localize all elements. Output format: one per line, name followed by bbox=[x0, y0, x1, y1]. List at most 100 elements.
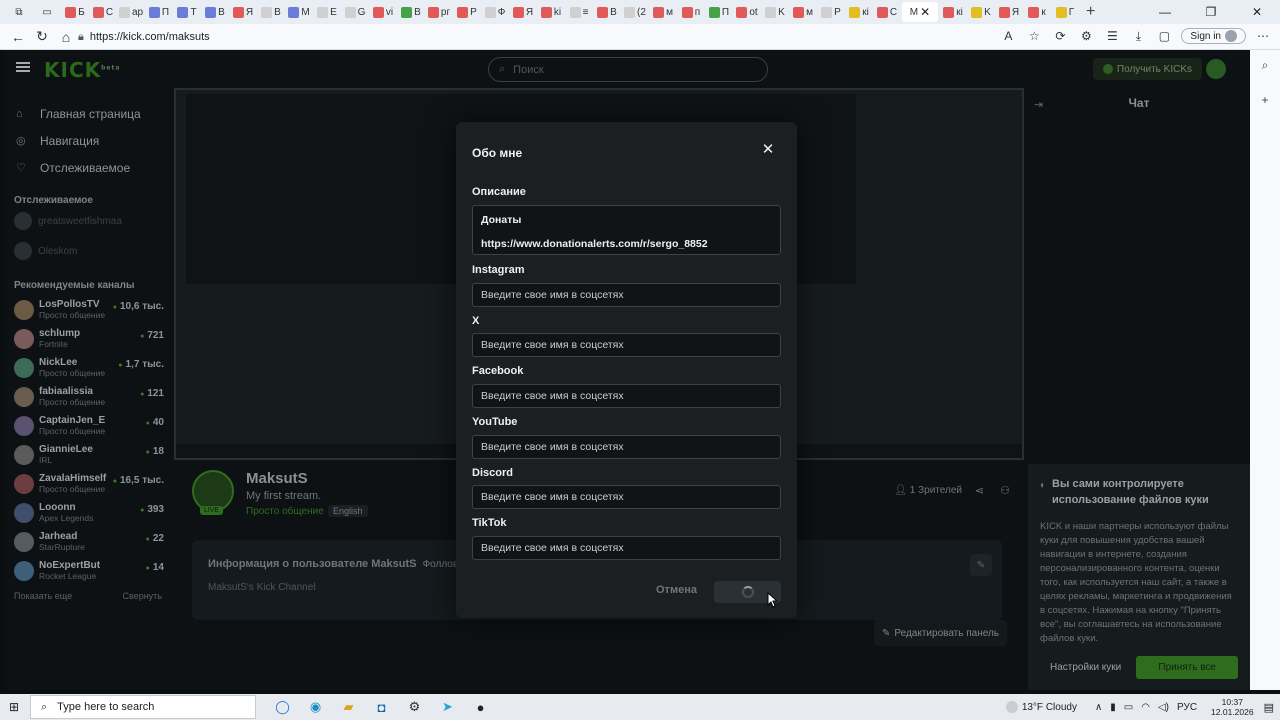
settings-app-icon[interactable]: ⚙ bbox=[398, 694, 431, 720]
home-browser-icon[interactable]: ⌂ bbox=[54, 26, 78, 48]
telegram-icon[interactable]: ➤ bbox=[431, 694, 464, 720]
volume-icon[interactable]: ◁) bbox=[1158, 702, 1169, 713]
tab-9[interactable]: Е bbox=[314, 2, 340, 22]
extensions-icon[interactable]: ⚙ bbox=[1077, 26, 1095, 46]
reload-icon[interactable]: ↻ bbox=[30, 26, 54, 48]
notifications-icon[interactable]: ▤ bbox=[1264, 701, 1274, 714]
recommended-item[interactable]: CaptainJen_EПросто общение 40 bbox=[4, 411, 170, 440]
recommended-item[interactable]: JarheadStarRupture 22 bbox=[4, 527, 170, 556]
tab-29[interactable]: С bbox=[874, 2, 900, 22]
back-icon[interactable]: ← bbox=[6, 26, 30, 48]
tab-1[interactable]: С bbox=[90, 2, 116, 22]
tab-24[interactable]: ot bbox=[734, 2, 760, 22]
download-icon[interactable]: ⤓ bbox=[1129, 26, 1147, 46]
instagram-input[interactable] bbox=[472, 283, 781, 307]
recommended-item[interactable]: GiannieLeeIRL 18 bbox=[4, 440, 170, 469]
tab-18[interactable]: ≡ bbox=[566, 2, 592, 22]
tab-after-2[interactable]: Я bbox=[996, 2, 1022, 22]
tab-26[interactable]: м bbox=[790, 2, 816, 22]
tab-0[interactable]: Б bbox=[62, 2, 88, 22]
sidebar-item-0[interactable]: ⌂ Главная страница bbox=[4, 100, 170, 127]
more-menu-icon[interactable]: ⋯ bbox=[1254, 26, 1272, 46]
maximize-icon[interactable]: ❐ bbox=[1188, 0, 1234, 24]
tab-21[interactable]: м bbox=[650, 2, 676, 22]
share-icon[interactable]: ⋖ bbox=[975, 484, 984, 497]
tab-list-icon[interactable]: ▭ bbox=[34, 2, 60, 22]
sidebar-add-icon[interactable]: + bbox=[1261, 93, 1268, 107]
tab-22[interactable]: п bbox=[678, 2, 704, 22]
refresh-page-icon[interactable]: ⟳ bbox=[1051, 26, 1069, 46]
sidebar-item-2[interactable]: ♡ Отслеживаемое bbox=[4, 154, 170, 181]
address-bar[interactable]: 🔒︎ https://kick.com/maksuts bbox=[78, 27, 1048, 47]
collections-icon[interactable]: ▢ bbox=[1155, 26, 1173, 46]
collapse-link[interactable]: Свернуть bbox=[123, 591, 162, 601]
weather-widget[interactable]: 13°F Cloudy bbox=[1005, 701, 1077, 713]
tab-2[interactable]: ар bbox=[118, 2, 144, 22]
stream-category[interactable]: Просто общение bbox=[246, 506, 324, 517]
tab-after-1[interactable]: K bbox=[968, 2, 994, 22]
get-kicks-button[interactable]: Получить KICKs bbox=[1092, 58, 1202, 80]
x-input[interactable] bbox=[472, 333, 781, 357]
stream-tag[interactable]: English bbox=[328, 505, 368, 517]
sign-in-button[interactable]: Sign in bbox=[1181, 28, 1246, 44]
tab-23[interactable]: П bbox=[706, 2, 732, 22]
tab-4[interactable]: Т bbox=[174, 2, 200, 22]
file-explorer-icon[interactable]: ▰ bbox=[332, 694, 365, 720]
show-more-link[interactable]: Показать еще bbox=[14, 591, 72, 601]
discord-input[interactable] bbox=[472, 485, 781, 509]
kick-search-input[interactable]: ⌕ Поиск bbox=[488, 57, 768, 82]
new-tab-icon[interactable]: + bbox=[1086, 3, 1095, 21]
close-window-icon[interactable]: ✕ bbox=[1234, 0, 1280, 24]
browser-menu-icon[interactable]: ⧉ bbox=[6, 2, 32, 22]
clock[interactable]: 10:37 12.01.2026 bbox=[1211, 697, 1254, 717]
user-avatar[interactable] bbox=[1206, 59, 1226, 79]
tab-after-4[interactable]: Г bbox=[1052, 2, 1078, 22]
wifi-icon[interactable]: ◠ bbox=[1141, 702, 1150, 713]
recommended-item[interactable]: LooonnApex Legends 393 bbox=[4, 498, 170, 527]
tab-19[interactable]: В bbox=[594, 2, 620, 22]
recommended-item[interactable]: LosPollosTVПросто общение 10,6 тыс. bbox=[4, 295, 170, 324]
tab-16[interactable]: Я bbox=[510, 2, 536, 22]
language-indicator[interactable]: РУС bbox=[1177, 702, 1197, 713]
streamer-name[interactable]: MaksutS bbox=[246, 470, 308, 487]
tab-20[interactable]: (2 bbox=[622, 2, 648, 22]
user-settings-icon[interactable]: ⚇ bbox=[1000, 484, 1010, 497]
description-field[interactable]: Донаты https://www.donationalerts.com/r/… bbox=[472, 205, 781, 255]
tab-after-0[interactable]: кі bbox=[940, 2, 966, 22]
tab-11[interactable]: vi bbox=[370, 2, 396, 22]
facebook-input[interactable] bbox=[472, 384, 781, 408]
tray-app-icon[interactable]: ▮ bbox=[1110, 702, 1116, 713]
edit-pencil-icon[interactable]: ✎ bbox=[970, 554, 992, 576]
hamburger-menu-icon[interactable] bbox=[16, 62, 30, 72]
sidebar-item-1[interactable]: ◎ Навигация bbox=[4, 127, 170, 154]
minimize-icon[interactable]: — bbox=[1142, 0, 1188, 24]
tab-active[interactable]: М ✕ bbox=[902, 2, 938, 22]
followed-item[interactable]: Oleskom bbox=[14, 236, 170, 266]
tab-10[interactable]: G bbox=[342, 2, 368, 22]
obs-icon[interactable]: ● bbox=[464, 694, 497, 720]
tab-17[interactable]: ki bbox=[538, 2, 564, 22]
close-icon[interactable]: ✕ bbox=[760, 142, 776, 158]
tab-3[interactable]: П bbox=[146, 2, 172, 22]
tray-meet-icon[interactable]: ▭ bbox=[1124, 702, 1133, 713]
windows-start-icon[interactable]: ⊞ bbox=[0, 694, 28, 720]
recommended-item[interactable]: fabiaalissiaПросто общение 121 bbox=[4, 382, 170, 411]
edit-panel-button[interactable]: ✎ Редактировать панель bbox=[874, 620, 1008, 646]
tab-13[interactable]: рг bbox=[426, 2, 452, 22]
tab-25[interactable]: K bbox=[762, 2, 788, 22]
recommended-item[interactable]: NoExpertButRocket League 14 bbox=[4, 556, 170, 585]
tab-15[interactable]: Ф bbox=[482, 2, 508, 22]
tab-close-icon[interactable]: ✕ bbox=[920, 5, 930, 19]
tab-28[interactable]: кі bbox=[846, 2, 872, 22]
recommended-item[interactable]: NickLeeПросто общение 1,7 тыс. bbox=[4, 353, 170, 382]
followed-item[interactable]: greatsweetfishmaa bbox=[14, 206, 170, 236]
youtube-input[interactable] bbox=[472, 435, 781, 459]
recommended-item[interactable]: ZavalaHimselfПросто общение 16,5 тыс. bbox=[4, 469, 170, 498]
tab-14[interactable]: Р bbox=[454, 2, 480, 22]
kick-logo[interactable]: KICKbeta bbox=[44, 58, 120, 82]
tab-27[interactable]: Р bbox=[818, 2, 844, 22]
outlook-icon[interactable]: ◘ bbox=[365, 694, 398, 720]
read-aloud-icon[interactable]: A bbox=[999, 26, 1017, 46]
tray-chevron-icon[interactable]: ∧ bbox=[1095, 702, 1102, 713]
tab-8[interactable]: М bbox=[286, 2, 312, 22]
